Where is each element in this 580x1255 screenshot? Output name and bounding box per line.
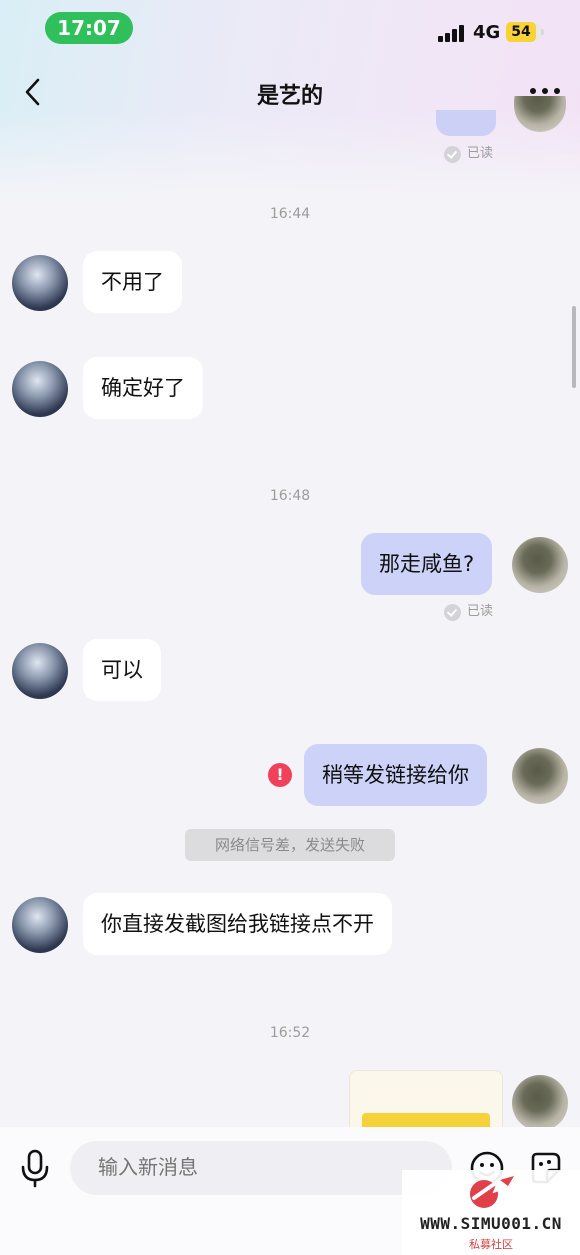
my-avatar[interactable] <box>512 537 568 593</box>
battery-icon: 54 <box>506 22 544 42</box>
read-check-icon <box>444 145 461 163</box>
message-bubble-incoming[interactable]: 可以 <box>83 639 161 701</box>
message-input[interactable] <box>70 1141 452 1195</box>
watermark-subtitle: 私募社区 <box>469 1238 513 1251</box>
my-avatar[interactable] <box>512 1075 568 1131</box>
message-bubble-incoming[interactable]: 你直接发截图给我链接点不开 <box>83 893 392 955</box>
network-type: 4G <box>473 22 501 43</box>
more-icon[interactable] <box>528 88 562 96</box>
message-bubble-incoming[interactable]: 确定好了 <box>83 357 203 419</box>
watermark-site: WWW.SIMU001.CN <box>420 1214 562 1233</box>
read-check-icon <box>444 603 461 621</box>
contact-avatar[interactable] <box>12 897 68 953</box>
message-bubble-outgoing[interactable]: 稍等发链接给你 <box>304 744 487 806</box>
my-avatar[interactable] <box>512 748 568 804</box>
error-icon[interactable]: ! <box>268 763 292 787</box>
scrollbar[interactable] <box>572 306 576 388</box>
mic-icon[interactable] <box>18 1148 52 1188</box>
read-receipt: 已读 <box>444 145 493 163</box>
watermark-logo-icon <box>470 1174 514 1208</box>
status-time: 17:07 <box>45 12 133 44</box>
contact-avatar[interactable] <box>12 643 68 699</box>
contact-avatar[interactable] <box>12 255 68 311</box>
message-bubble-outgoing-partial[interactable] <box>436 110 496 136</box>
message-bubble-outgoing[interactable]: 那走咸鱼? <box>361 533 493 595</box>
contact-avatar[interactable] <box>12 361 68 417</box>
message-bubble-incoming[interactable]: 不用了 <box>83 251 182 313</box>
signal-icon <box>438 24 466 42</box>
send-failed-notice: 网络信号差，发送失败 <box>185 829 395 861</box>
read-receipt: 已读 <box>444 603 493 621</box>
timestamp: 16:52 <box>269 1025 311 1041</box>
timestamp: 16:48 <box>269 488 311 504</box>
chat-title: 是艺的 <box>256 84 323 109</box>
timestamp: 16:44 <box>269 206 311 222</box>
battery-level: 54 <box>511 24 531 40</box>
